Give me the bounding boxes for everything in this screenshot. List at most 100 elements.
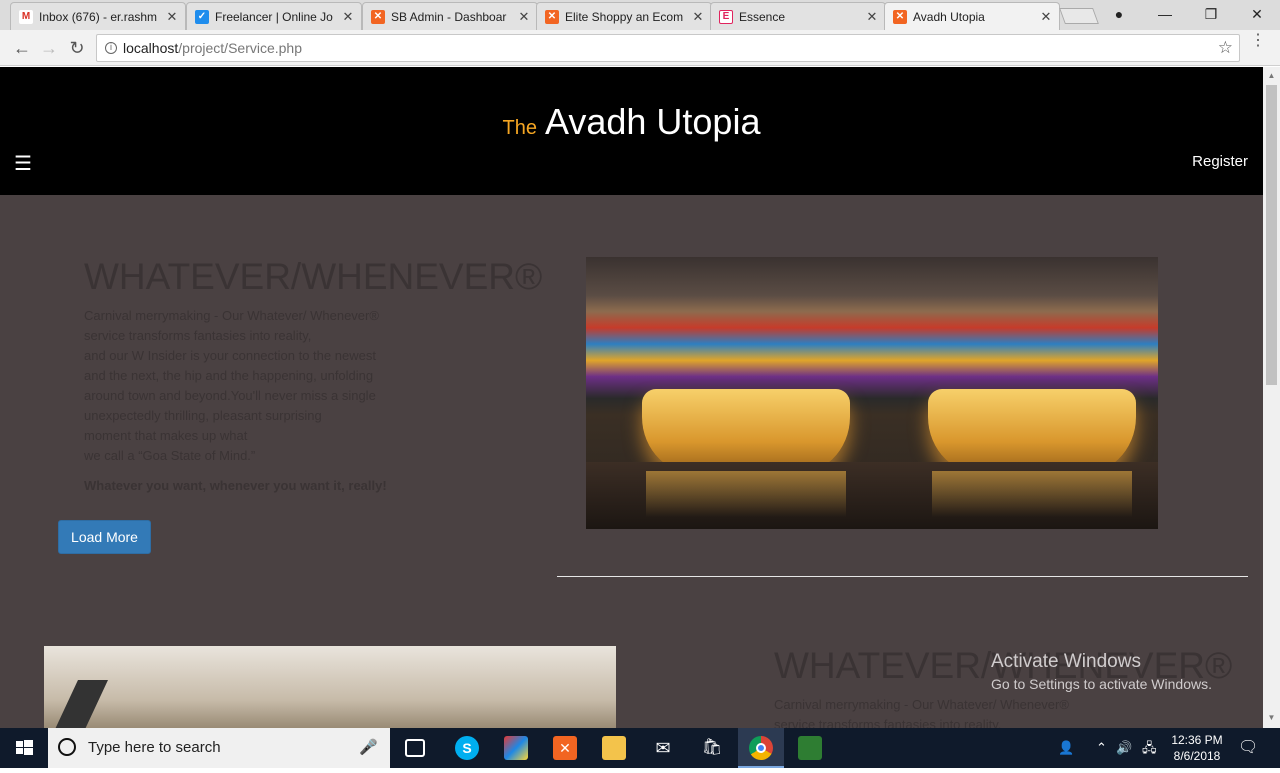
watermark-title: Activate Windows <box>991 651 1141 672</box>
section2-body: Carnival merrymaking - Our Whatever/ Whe… <box>774 695 1069 728</box>
page-scrollbar[interactable]: ▲ ▼ <box>1263 67 1280 728</box>
section1-line: and the next, the hip and the happening,… <box>84 368 374 383</box>
section1-line: service transforms fantasies into realit… <box>84 328 312 343</box>
profile-icon[interactable]: ● <box>1096 0 1142 30</box>
taskbar-search-box[interactable]: Type here to search 🎤 <box>48 728 390 768</box>
skype-icon[interactable]: S <box>455 736 479 760</box>
system-clock[interactable]: 12:36 PM 8/6/2018 <box>1164 732 1230 764</box>
browser-tab-strip: M Inbox (676) - er.rashm ✕ ✓ Freelancer … <box>0 0 1280 30</box>
cortana-icon <box>58 738 76 756</box>
section2-line: Carnival merrymaking - Our Whatever/ Whe… <box>774 697 1069 712</box>
tab-elite-shoppy[interactable]: ✕ Elite Shoppy an Ecom ✕ <box>536 2 712 30</box>
forward-icon[interactable]: → <box>37 36 61 60</box>
hamburger-menu-icon[interactable]: ☰ <box>14 151 32 176</box>
page-viewport: The Avadh Utopia ☰ Register WHATEVER/WHEN… <box>0 67 1263 728</box>
new-tab-button[interactable] <box>1059 8 1099 24</box>
tab-freelancer[interactable]: ✓ Freelancer | Online Jo ✕ <box>186 2 362 30</box>
site-brand[interactable]: The Avadh Utopia <box>0 101 1263 143</box>
activate-windows-watermark: Activate Windows Go to Settings to activ… <box>991 651 1212 692</box>
section1-line: unexpectedly thrilling, pleasant surpris… <box>84 408 322 423</box>
floor-reflection-right <box>932 471 1132 517</box>
image-detail <box>50 680 108 728</box>
task-view-icon[interactable] <box>405 739 425 757</box>
scroll-down-icon[interactable]: ▼ <box>1263 713 1280 722</box>
tab-label: Inbox (676) - er.rashm <box>39 9 158 24</box>
tab-label: Essence <box>739 9 786 24</box>
spa-interior-image <box>44 646 616 728</box>
close-icon[interactable]: ✕ <box>865 9 879 25</box>
window-close-icon[interactable]: ✕ <box>1234 0 1280 30</box>
address-host: localhost <box>123 40 179 56</box>
section1-body: Carnival merrymaking - Our Whatever/ Whe… <box>84 306 379 466</box>
start-button[interactable] <box>0 728 48 768</box>
file-explorer-icon[interactable] <box>602 736 626 760</box>
project-app-icon[interactable] <box>798 736 822 760</box>
floor-reflection-left <box>646 471 846 517</box>
microphone-icon[interactable]: 🎤 <box>359 728 378 768</box>
windows-logo-icon <box>16 740 33 755</box>
maximize-icon[interactable]: ❐ <box>1188 0 1234 30</box>
minimize-icon[interactable]: — <box>1142 0 1188 30</box>
section1-tagline: Whatever you want, whenever you want it,… <box>84 478 387 493</box>
watermark-subtitle: Go to Settings to activate Windows. <box>991 676 1212 692</box>
scrollbar-thumb[interactable] <box>1266 85 1277 385</box>
store-icon[interactable]: 🛍 <box>700 736 724 760</box>
section2-line: service transforms fantasies into realit… <box>774 717 1002 728</box>
tab-label: Freelancer | Online Jo <box>215 9 333 24</box>
action-center-icon[interactable]: 🗨 <box>1238 728 1258 768</box>
section1-line: moment that makes up what <box>84 428 248 443</box>
section1-title: WHATEVER/WHENEVER® <box>84 256 543 297</box>
browser-toolbar: ← → ↻ i localhost/project/Service.php ☆ … <box>0 30 1280 66</box>
windows-taskbar: Type here to search 🎤 S ✕ ✉ 🛍 👤 ⌃ 🔊 🖧 12… <box>0 728 1280 768</box>
browser-menu-icon[interactable]: ⋮ <box>1250 33 1266 49</box>
search-placeholder: Type here to search <box>88 739 221 756</box>
xampp-icon: ✕ <box>545 9 559 24</box>
back-icon[interactable]: ← <box>10 36 34 60</box>
close-icon[interactable]: ✕ <box>691 9 705 25</box>
freelancer-icon: ✓ <box>195 9 209 24</box>
section1-line: around town and beyond.You'll never miss… <box>84 388 376 403</box>
chrome-icon <box>749 736 773 760</box>
essence-icon: E <box>719 9 733 24</box>
network-icon[interactable]: 🖧 <box>1142 728 1157 768</box>
tab-label: Avadh Utopia <box>913 9 985 24</box>
close-icon[interactable]: ✕ <box>1039 9 1053 25</box>
xampp-icon: ✕ <box>371 9 385 24</box>
show-hidden-icons[interactable]: ⌃ <box>1096 728 1107 768</box>
section-divider <box>557 576 1248 577</box>
tab-sb-admin[interactable]: ✕ SB Admin - Dashboar ✕ <box>362 2 538 30</box>
mail-icon[interactable]: ✉ <box>651 736 675 760</box>
tab-avadh-utopia[interactable]: ✕ Avadh Utopia ✕ <box>884 2 1060 30</box>
xampp-taskbar-icon[interactable]: ✕ <box>553 736 577 760</box>
brand-name: Avadh Utopia <box>544 101 761 142</box>
tab-label: Elite Shoppy an Ecom <box>565 9 684 24</box>
section1-line: and our W Insider is your connection to … <box>84 348 376 363</box>
load-more-button[interactable]: Load More <box>58 520 151 554</box>
chrome-taskbar-item[interactable] <box>738 728 784 768</box>
tab-label: SB Admin - Dashboar <box>391 9 507 24</box>
address-path: /project/Service.php <box>178 40 302 56</box>
reload-icon[interactable]: ↻ <box>65 36 89 60</box>
clock-date: 8/6/2018 <box>1173 749 1221 763</box>
brand-prefix: The <box>502 117 537 139</box>
site-header: The Avadh Utopia ☰ Register <box>0 67 1263 195</box>
bookmark-star-icon[interactable]: ☆ <box>1218 35 1233 61</box>
volume-icon[interactable]: 🔊 <box>1116 728 1132 768</box>
tab-essence[interactable]: E Essence ✕ <box>710 2 886 30</box>
scroll-up-icon[interactable]: ▲ <box>1263 71 1280 80</box>
clock-time: 12:36 PM <box>1171 733 1223 747</box>
hotel-lobby-image <box>586 257 1158 529</box>
people-icon[interactable]: 👤 <box>1058 728 1074 768</box>
close-icon[interactable]: ✕ <box>517 9 531 25</box>
xampp-icon: ✕ <box>893 9 907 24</box>
tab-inbox[interactable]: M Inbox (676) - er.rashm ✕ <box>10 2 186 30</box>
section1-line: we call a “Goa State of Mind.” <box>84 448 256 463</box>
register-link[interactable]: Register <box>1192 153 1248 170</box>
gmail-icon: M <box>19 9 33 24</box>
section1-line: Carnival merrymaking - Our Whatever/ Whe… <box>84 308 379 323</box>
close-icon[interactable]: ✕ <box>341 9 355 25</box>
address-bar[interactable]: i localhost/project/Service.php ☆ <box>96 34 1240 62</box>
info-icon[interactable]: i <box>105 42 117 54</box>
close-icon[interactable]: ✕ <box>165 9 179 25</box>
paint-app-icon[interactable] <box>504 736 528 760</box>
